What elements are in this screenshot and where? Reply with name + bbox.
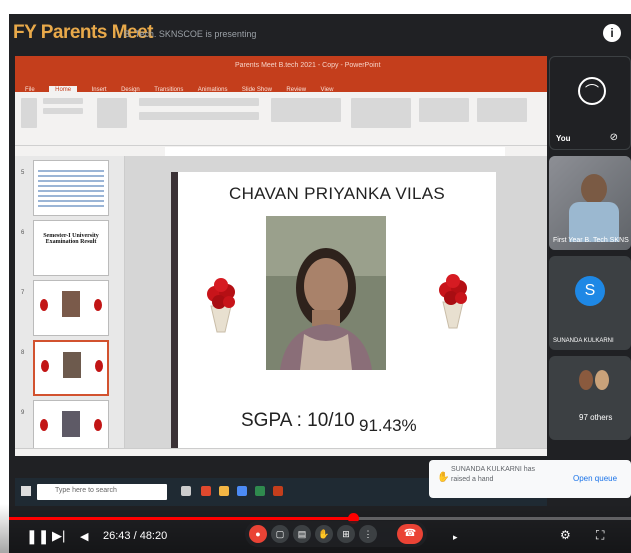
font-selector[interactable] xyxy=(139,98,259,106)
mic-off-icon: ⊘ xyxy=(609,132,618,143)
captions-icon[interactable]: ▤ xyxy=(293,525,311,543)
settings-icon[interactable]: ⚙ xyxy=(560,528,571,542)
font-format-group xyxy=(139,112,259,120)
participant-tile[interactable]: S SUNANDA KULKARNI xyxy=(549,256,631,350)
app-icon[interactable] xyxy=(201,486,211,496)
meet-logo-icon: ⌒ xyxy=(578,77,606,105)
paste-icon[interactable] xyxy=(21,98,37,128)
fullscreen-icon[interactable]: ⛶ xyxy=(596,528,604,543)
hand-icon: ✋ xyxy=(437,472,450,483)
editing-group xyxy=(477,98,527,122)
avatar xyxy=(595,370,609,390)
slide-accent-bar xyxy=(171,172,178,456)
thumb-number: 5 xyxy=(21,170,25,176)
notification-text: SUNANDA KULKARNI has raised a hand xyxy=(451,466,536,483)
avatar xyxy=(579,370,593,390)
cursor-icon: ▸ xyxy=(453,532,458,542)
progress-fill xyxy=(9,517,353,520)
camera-icon[interactable]: ▢ xyxy=(271,525,289,543)
powerpoint-window: Parents Meet B.tech 2021 - Copy - PowerP… xyxy=(15,56,547,456)
presenting-label: B. Tech. SKNSCOE is presenting xyxy=(124,29,257,39)
shapes-gallery[interactable] xyxy=(351,98,411,128)
app-icon[interactable] xyxy=(237,486,247,496)
windows-start-icon[interactable] xyxy=(21,486,31,496)
thumb-number: 9 xyxy=(21,410,25,416)
pause-icon[interactable]: ❚❚ xyxy=(26,528,49,545)
self-tile[interactable]: ⌒ You ⊘ xyxy=(549,56,631,150)
end-call-button[interactable]: ☎ xyxy=(397,524,423,544)
ppt-window-title: Parents Meet B.tech 2021 - Copy - PowerP… xyxy=(235,62,381,69)
participant-name: SUNANDA KULKARNI xyxy=(553,338,614,344)
thumb-caption: Semester-I University Examination Result xyxy=(43,233,99,245)
presenter-name: First Year B. Tech SKNS xyxy=(553,237,629,244)
others-tile[interactable]: 97 others xyxy=(549,356,631,440)
task-view-icon[interactable] xyxy=(181,486,191,496)
thumb-number: 6 xyxy=(21,230,25,236)
slide-thumbnail-selected[interactable] xyxy=(33,340,109,396)
raised-hand-notification: ✋ SUNANDA KULKARNI has raised a hand Ope… xyxy=(429,460,631,498)
meet-control-bar: ● ▢ ▤ ✋ ⊞ ⋮ ☎ xyxy=(245,521,427,547)
video-frame: FY Parents Meet B. Tech. SKNSCOE is pres… xyxy=(0,0,631,553)
drawing-group xyxy=(419,98,469,122)
self-name: You xyxy=(556,134,571,143)
slide-editor: CHAVAN PRIYANKA VILAS SGPA: 10/10 91.43… xyxy=(125,156,547,456)
thumb-number: 7 xyxy=(21,290,25,296)
screen-share-view: FY Parents Meet B. Tech. SKNSCOE is pres… xyxy=(9,14,631,553)
taskbar-search-box[interactable]: Type here to search xyxy=(37,484,167,500)
ppt-ribbon xyxy=(15,92,547,146)
slide-thumbnail[interactable] xyxy=(33,160,109,216)
student-name: CHAVAN PRIYANKA VILAS xyxy=(229,184,446,203)
ppt-title-bar: Parents Meet B.tech 2021 - Copy - PowerP… xyxy=(15,56,547,78)
more-options-icon[interactable]: ⋮ xyxy=(359,525,377,543)
participants-panel: ⌒ You ⊘ First Year B. Tech SKNS S SUNAND… xyxy=(549,56,631,486)
present-icon[interactable]: ⊞ xyxy=(337,525,355,543)
mic-off-icon[interactable]: ● xyxy=(249,525,267,543)
new-slide-icon[interactable] xyxy=(97,98,127,128)
avatar: S xyxy=(575,276,605,306)
ppt-status-bar xyxy=(15,448,547,456)
sgpa-value: SGPA : 10/10 xyxy=(241,410,355,431)
student-photo xyxy=(266,216,386,370)
info-icon[interactable]: i xyxy=(603,24,621,42)
slide-thumbnail[interactable] xyxy=(33,280,109,336)
next-icon[interactable]: ▶| xyxy=(52,528,65,544)
cut-icon[interactable] xyxy=(43,98,83,104)
volume-icon[interactable]: ◀ xyxy=(80,530,88,543)
others-count: 97 others xyxy=(579,413,613,422)
paragraph-group xyxy=(271,98,341,122)
app-icon[interactable] xyxy=(255,486,265,496)
rose-bouquet-icon xyxy=(201,276,241,334)
rose-bouquet-icon xyxy=(433,272,473,330)
thumb-number: 8 xyxy=(21,350,25,356)
progress-bar[interactable] xyxy=(9,513,631,524)
time-display: 26:43 / 48:20 xyxy=(103,530,168,542)
copy-icon[interactable] xyxy=(43,108,83,114)
current-slide[interactable]: CHAVAN PRIYANKA VILAS SGPA: 10/10 91.43… xyxy=(171,172,496,456)
meet-header: FY Parents Meet B. Tech. SKNSCOE is pres… xyxy=(9,14,631,54)
app-icon[interactable] xyxy=(219,486,229,496)
percentage-value: 91.43% xyxy=(359,416,417,435)
powerpoint-taskbar-icon[interactable] xyxy=(273,486,283,496)
raise-hand-icon[interactable]: ✋ xyxy=(315,525,333,543)
taskbar-search-placeholder: Type here to search xyxy=(55,487,117,494)
presenter-tile[interactable]: First Year B. Tech SKNS xyxy=(549,156,631,250)
slide-thumbnail-pane: 5 6 Semester-I University Examination Re… xyxy=(15,156,125,456)
ppt-ribbon-tabs: File Home Insert Design Transitions Anim… xyxy=(15,78,547,94)
open-queue-button[interactable]: Open queue xyxy=(573,474,617,483)
slide-thumbnail[interactable]: Semester-I University Examination Result xyxy=(33,220,109,276)
